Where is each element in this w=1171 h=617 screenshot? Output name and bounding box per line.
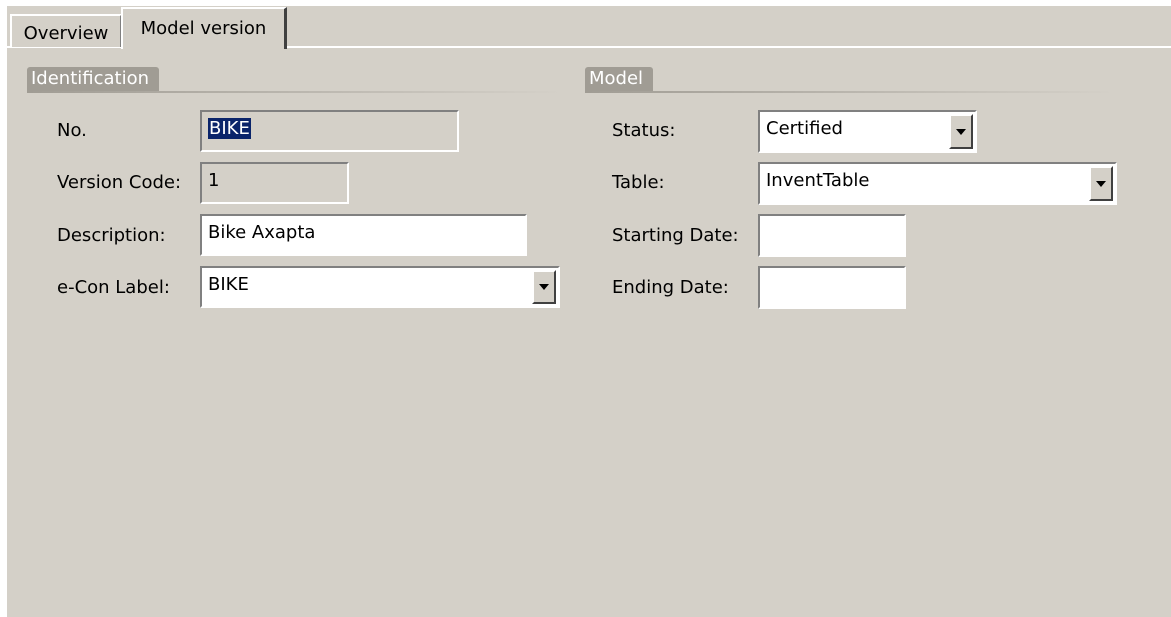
model-group-title: Model: [585, 67, 654, 91]
status-value: Certified: [766, 118, 843, 139]
ending-date-field[interactable]: [758, 266, 906, 309]
status-label: Status:: [612, 120, 676, 141]
version-code-value: 1: [208, 170, 220, 191]
no-field[interactable]: BIKE: [200, 110, 459, 152]
no-label: No.: [57, 120, 87, 141]
table-label: Table:: [612, 172, 665, 193]
chevron-down-icon: [956, 128, 966, 135]
starting-date-label: Starting Date:: [612, 225, 739, 246]
table-dropdown-button[interactable]: [1089, 166, 1113, 201]
econ-label-value: BIKE: [208, 274, 249, 295]
econ-label-label: e-Con Label:: [57, 277, 170, 298]
version-code-field[interactable]: 1: [200, 162, 349, 204]
model-group-header: Model: [585, 67, 1115, 93]
version-code-label: Version Code:: [57, 172, 182, 193]
status-dropdown[interactable]: Certified: [758, 110, 977, 153]
table-value: InventTable: [766, 170, 870, 191]
form-panel: Overview Model version Identification No…: [7, 6, 1171, 617]
tab-overview[interactable]: Overview: [10, 14, 122, 47]
tab-model-version[interactable]: Model version: [121, 7, 287, 49]
chevron-down-icon: [539, 284, 549, 290]
ending-date-label: Ending Date:: [612, 277, 729, 298]
starting-date-field[interactable]: [758, 214, 906, 257]
status-dropdown-button[interactable]: [949, 114, 973, 149]
econ-label-dropdown[interactable]: BIKE: [200, 266, 560, 308]
table-dropdown[interactable]: InventTable: [758, 162, 1117, 205]
description-value: Bike Axapta: [208, 222, 316, 243]
description-field[interactable]: Bike Axapta: [200, 214, 527, 256]
model-group-rule: [585, 91, 1115, 93]
identification-group-rule: [27, 91, 562, 93]
no-value: BIKE: [208, 118, 251, 139]
identification-group-header: Identification: [27, 67, 562, 93]
econ-label-dropdown-button[interactable]: [532, 270, 556, 304]
chevron-down-icon: [1096, 180, 1106, 187]
identification-group-title: Identification: [27, 67, 160, 91]
description-label: Description:: [57, 225, 166, 246]
